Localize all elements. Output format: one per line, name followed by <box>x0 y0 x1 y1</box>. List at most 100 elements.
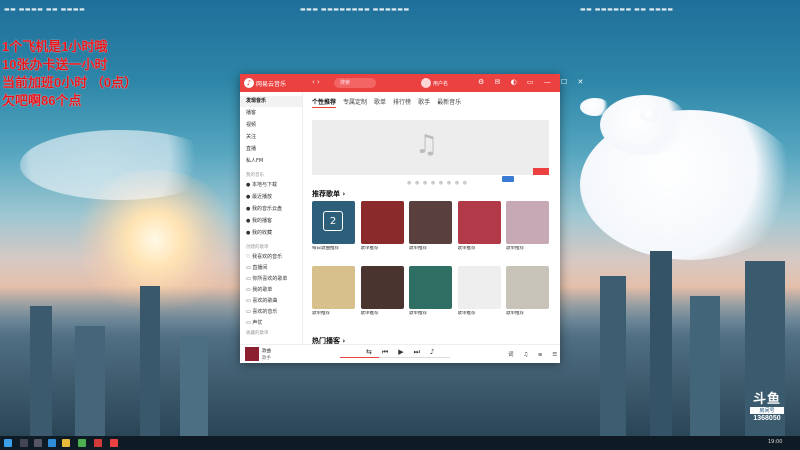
playlist-card[interactable]: 2 每日歌曲推荐 <box>312 201 355 258</box>
sidebar-header-collected: 收藏的歌单 <box>246 331 269 336</box>
douyu-logo: 斗鱼 <box>752 391 781 406</box>
douyu-room-label: 房间号 <box>750 407 784 414</box>
section-title-podcasts[interactable]: 热门播客 › <box>312 336 345 344</box>
window-control-icons[interactable]: ⚙ ✉ ◐ ▭ — ☐ ✕ <box>478 78 587 86</box>
top-ticker-3: ▬▬ ▬▬▬▬▬▬ ▬▬ ▬▬▬▬ <box>580 6 674 13</box>
playlist-caption[interactable]: 歌单推荐 <box>458 246 501 258</box>
tab-charts[interactable]: 排行榜 <box>393 99 411 106</box>
carousel-dots[interactable]: ● ● ● ● ● ● ● ● <box>407 180 468 186</box>
cloud-top <box>600 95 690 155</box>
sidebar-item-mypodcast[interactable]: ● 我的播客 <box>240 216 302 227</box>
prev-icon[interactable]: ⏮ <box>382 348 388 356</box>
playlist-cover[interactable] <box>360 201 404 244</box>
playlist-caption[interactable]: 歌单推荐 <box>409 246 452 258</box>
playlist-card[interactable]: 歌单推荐 <box>506 266 549 323</box>
playlist-card[interactable]: 歌单推荐 <box>360 201 404 258</box>
playlist-cover[interactable] <box>506 201 549 244</box>
music-icon[interactable] <box>110 439 118 447</box>
now-playing-cover[interactable] <box>245 347 259 361</box>
banner-carousel[interactable]: ♫ <box>312 120 549 182</box>
tab-playlist[interactable]: 歌单 <box>374 99 386 106</box>
playlist-cover[interactable] <box>409 201 452 244</box>
playlist-caption[interactable]: 歌单推荐 <box>458 311 501 323</box>
player-controls: ⇆ ⏮ ▶ ⏭ ♪ <box>366 348 444 357</box>
city-building <box>75 326 105 436</box>
sidebar-item-playlist[interactable]: ▭ 声优 <box>240 318 302 329</box>
tab-artists[interactable]: 歌手 <box>418 99 430 106</box>
playlist-cover[interactable] <box>312 266 355 309</box>
city-building <box>140 286 160 436</box>
playlist-caption[interactable]: 歌单推荐 <box>409 311 452 323</box>
browser-icon[interactable] <box>48 439 56 447</box>
city-building <box>30 306 52 436</box>
chat-icon[interactable] <box>78 439 86 447</box>
sidebar-item-podcast[interactable]: 播客 <box>240 108 302 119</box>
tab-custom[interactable]: 专属定制 <box>343 99 367 106</box>
playlist-cover[interactable] <box>457 266 501 309</box>
playlist-cover[interactable] <box>506 266 549 309</box>
playlist-caption[interactable]: 每日歌曲推荐 <box>312 246 355 258</box>
playlist-caption[interactable]: 歌单推荐 <box>312 311 355 323</box>
playlist-caption[interactable]: 歌单推荐 <box>506 246 549 258</box>
city-building <box>650 251 672 436</box>
folder-icon[interactable] <box>62 439 70 447</box>
top-ticker-2: ▬▬▬ ▬▬▬▬▬▬▬▬ ▬▬▬▬▬▬ <box>300 6 410 13</box>
player-bar: 歌曲 歌手 ⇆ ⏮ ▶ ⏭ ♪ 词 ♫ ≡ ☰ <box>240 344 560 363</box>
playlist-card[interactable]: 歌单推荐 <box>457 201 501 258</box>
progress-bar[interactable] <box>340 357 450 358</box>
search-input[interactable]: 搜索 <box>334 78 376 88</box>
sidebar-item-playlist[interactable]: ▭ 喜欢的音乐 <box>240 307 302 318</box>
sidebar-item-cloud[interactable]: ● 我的音乐云盘 <box>240 204 302 215</box>
city-building <box>180 336 208 436</box>
music-app-window[interactable]: ♪ 网易云音乐 ‹ › 搜索 用户名 ⚙ ✉ ◐ ▭ — ☐ ✕ 发现音乐 播客… <box>240 74 583 363</box>
playlist-caption[interactable]: 歌单推荐 <box>361 311 404 323</box>
overlay-line: 10张办卡送一小时 <box>2 57 108 72</box>
playlist-caption[interactable]: 歌单推荐 <box>361 246 404 258</box>
playlist-cover[interactable] <box>457 201 501 244</box>
app-icon[interactable] <box>94 439 102 447</box>
section-title-playlists[interactable]: 推荐歌单 › <box>312 189 345 199</box>
playlist-cover[interactable] <box>409 266 452 309</box>
lyrics-icon[interactable]: ♪ <box>430 348 434 356</box>
sidebar-item-playlist[interactable]: ▭ 我的歌单 <box>240 285 302 296</box>
sidebar-item-collection[interactable]: ● 我的收藏 <box>240 228 302 239</box>
playlist-card[interactable]: 歌单推荐 <box>409 266 452 323</box>
taskview-icon[interactable] <box>34 439 42 447</box>
sidebar-item-playlist[interactable]: ▭ 你所喜欢的歌单 <box>240 274 302 285</box>
sidebar-item-liked[interactable]: ♡ 我喜欢的音乐 <box>240 252 302 263</box>
nav-arrows-icon[interactable]: ‹ › <box>312 78 320 86</box>
player-right-icons[interactable]: 词 ♫ ≡ ☰ <box>508 350 561 358</box>
shuffle-icon[interactable]: ⇆ <box>366 348 372 356</box>
tab-recommend[interactable]: 个性推荐 <box>312 99 337 108</box>
playlist-card[interactable]: 歌单推荐 <box>506 201 549 258</box>
sidebar-item-local[interactable]: ● 本地与下载 <box>240 180 302 191</box>
sidebar-item-video[interactable]: 视频 <box>240 120 302 131</box>
playlist-card[interactable]: 歌单推荐 <box>457 266 501 323</box>
play-icon[interactable]: ▶ <box>398 348 403 356</box>
start-icon[interactable] <box>4 439 12 447</box>
playlist-caption[interactable]: 歌单推荐 <box>506 311 549 323</box>
playlist-card[interactable]: 歌单推荐 <box>312 266 355 323</box>
sidebar-item-live[interactable]: 直播 <box>240 144 302 155</box>
sidebar-header-mine: 我的音乐 <box>246 173 264 178</box>
app-titlebar[interactable]: ♪ 网易云音乐 ‹ › 搜索 用户名 ⚙ ✉ ◐ ▭ — ☐ ✕ <box>240 74 583 92</box>
sidebar-item-playlist[interactable]: ▭ 喜欢的歌曲 <box>240 296 302 307</box>
playlist-cover[interactable] <box>360 266 404 309</box>
sidebar-item-fm[interactable]: 私人FM <box>240 156 302 167</box>
sidebar-item-follow[interactable]: 关注 <box>240 132 302 143</box>
search-icon[interactable] <box>20 439 28 447</box>
username[interactable]: 用户名 <box>433 80 448 87</box>
sidebar-item-discover[interactable]: 发现音乐 <box>240 96 302 107</box>
next-icon[interactable]: ⏭ <box>414 348 420 356</box>
tray-clock[interactable]: 19:00 <box>768 439 782 445</box>
now-playing-artist[interactable]: 歌手 <box>262 355 271 361</box>
now-playing-title[interactable]: 歌曲 <box>262 348 271 354</box>
tab-bar: 个性推荐 专属定制 歌单 排行榜 歌手 最新音乐 <box>312 97 468 108</box>
tab-new-music[interactable]: 最新音乐 <box>437 99 461 106</box>
playlist-cover[interactable]: 2 <box>312 201 355 244</box>
playlist-card[interactable]: 歌单推荐 <box>409 201 452 258</box>
sidebar-item-recent[interactable]: ● 最近播放 <box>240 192 302 203</box>
avatar[interactable] <box>421 78 431 88</box>
playlist-card[interactable]: 歌单推荐 <box>360 266 404 323</box>
sidebar-item-playlist[interactable]: ▭ 直播间 <box>240 263 302 274</box>
